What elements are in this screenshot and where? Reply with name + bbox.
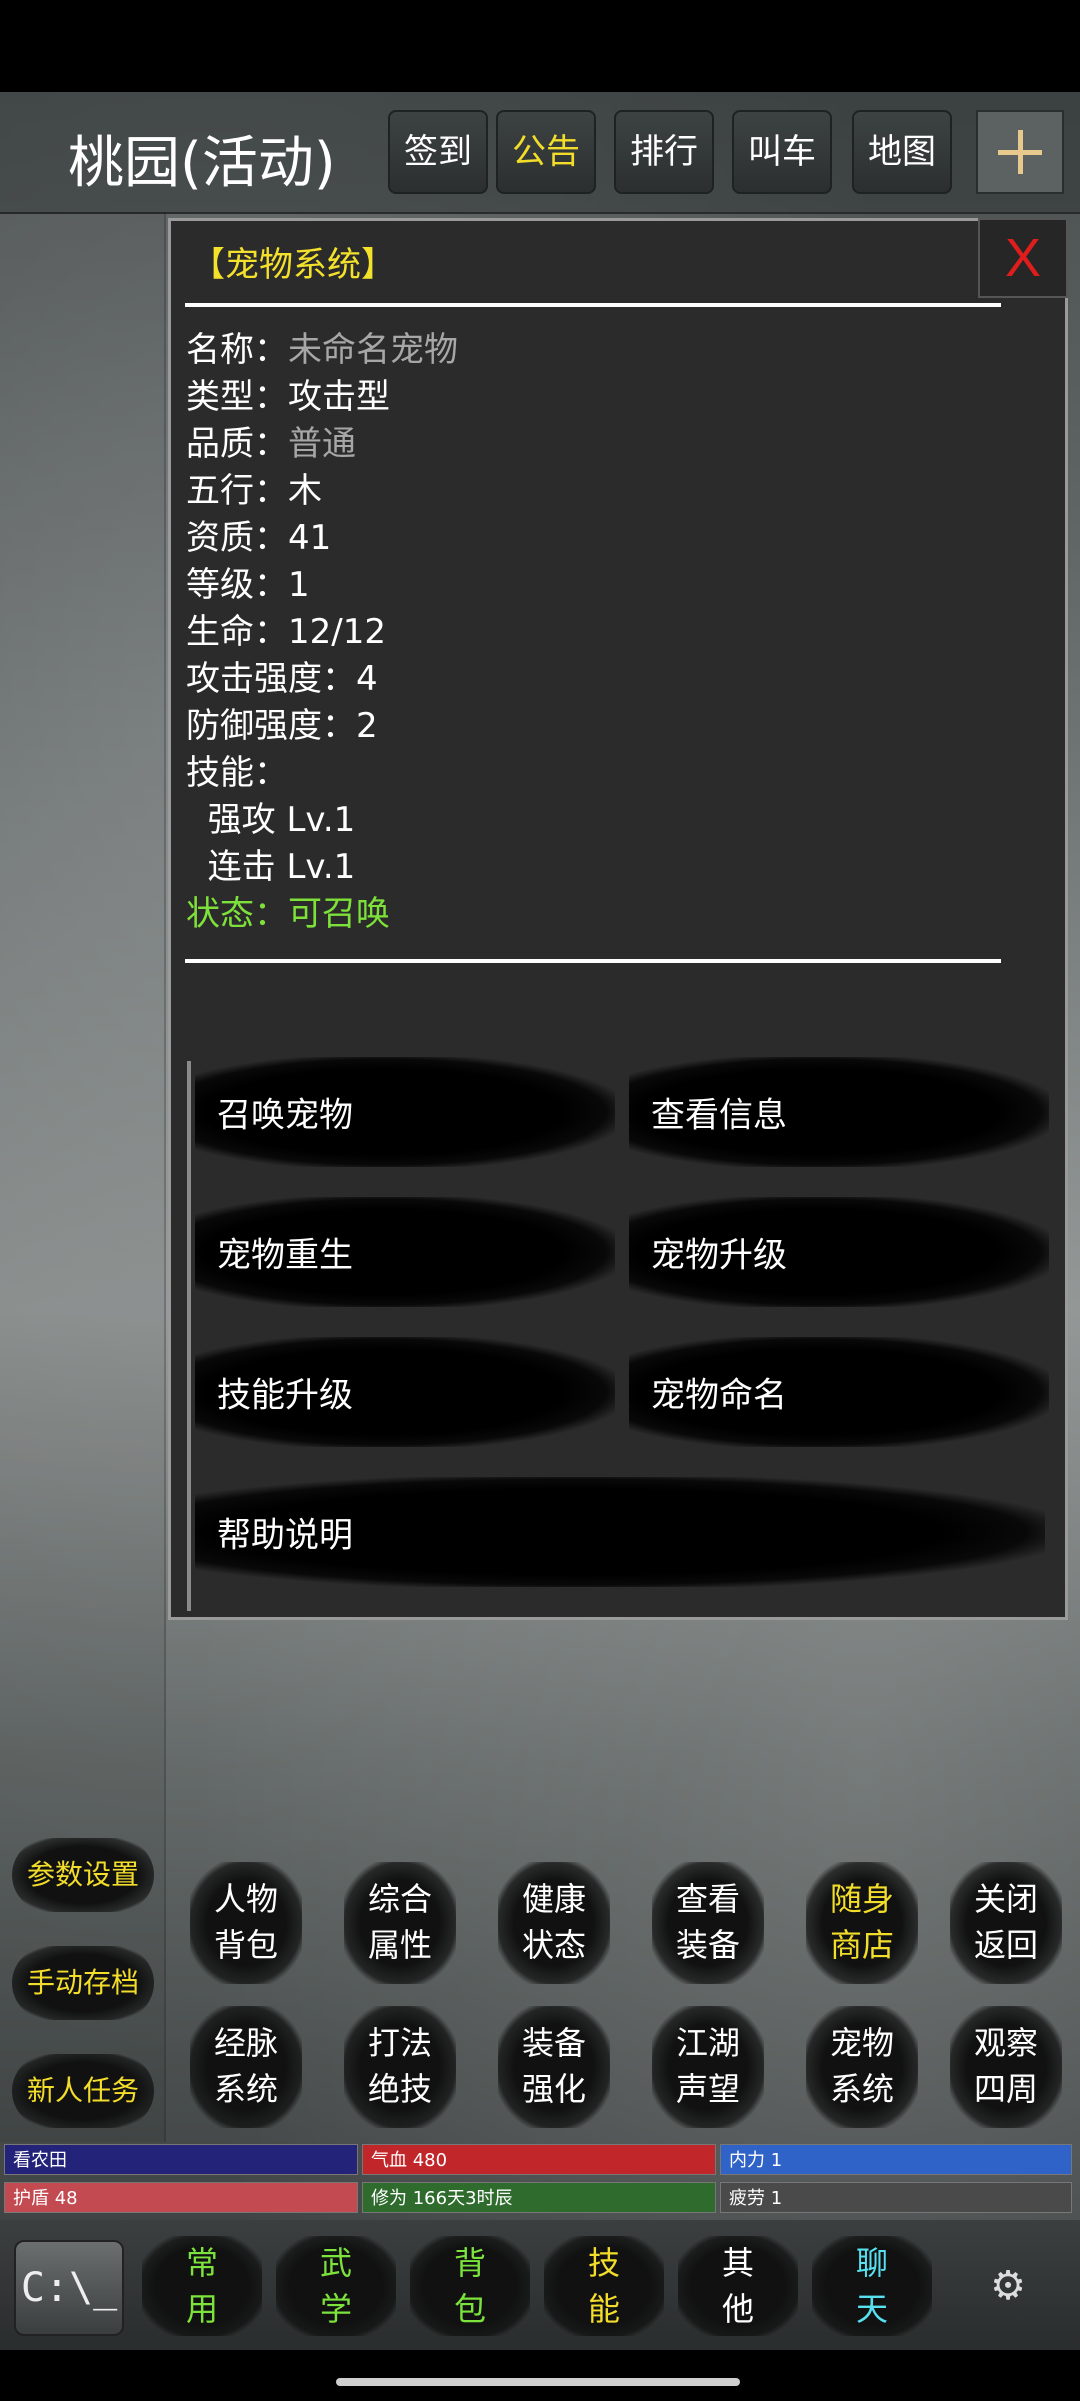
reputation-button[interactable]: 江湖 声望 bbox=[652, 2006, 764, 2128]
help-label: 帮助说明 bbox=[217, 1515, 353, 1556]
pet-rebirth-label: 宠物重生 bbox=[217, 1235, 353, 1276]
info-row-type: 类型：攻击型 bbox=[186, 377, 390, 417]
close-button[interactable]: X bbox=[978, 218, 1068, 298]
look-around-button[interactable]: 观察 四周 bbox=[950, 2006, 1062, 2128]
location-title: 桃园(活动) bbox=[68, 131, 336, 196]
stat-farm: 看农田 bbox=[4, 2144, 358, 2175]
view-info-label: 查看信息 bbox=[651, 1095, 787, 1136]
tab-bag[interactable]: 背包 bbox=[410, 2236, 530, 2336]
tab-martial[interactable]: 武学 bbox=[276, 2236, 396, 2336]
panel-title: 【宠物系统】 bbox=[191, 245, 395, 285]
manual-save-button[interactable]: 手动存档 bbox=[12, 1946, 154, 2020]
help-button[interactable]: 帮助说明 bbox=[195, 1477, 1045, 1587]
stat-mp: 内力 1 bbox=[720, 2144, 1072, 2175]
info-row-quality: 品质：普通 bbox=[186, 424, 356, 464]
map-button[interactable]: 地图 bbox=[852, 110, 952, 194]
info-row-element: 五行：木 bbox=[186, 471, 322, 511]
summon-pet-button[interactable]: 召唤宠物 bbox=[195, 1057, 615, 1167]
close-return-button[interactable]: 关闭 返回 bbox=[950, 1862, 1062, 1984]
skill-upgrade-label: 技能升级 bbox=[217, 1375, 353, 1416]
pet-rename-button[interactable]: 宠物命名 bbox=[629, 1337, 1049, 1447]
action-list-border bbox=[187, 1061, 191, 1611]
home-indicator[interactable] bbox=[336, 2378, 740, 2386]
tab-skills[interactable]: 技能 bbox=[544, 2236, 664, 2336]
announcement-button[interactable]: 公告 bbox=[496, 110, 596, 194]
pet-rebirth-button[interactable]: 宠物重生 bbox=[195, 1197, 615, 1307]
character-bag-button[interactable]: 人物 背包 bbox=[190, 1862, 302, 1984]
info-row-name: 名称：未命名宠物 bbox=[186, 330, 458, 370]
pet-info: 名称：未命名宠物 类型：攻击型 品质：普通 五行：木 资质：41 等级：1 生命… bbox=[186, 327, 458, 938]
tab-chat[interactable]: 聊天 bbox=[812, 2236, 932, 2336]
info-row-aptitude: 资质：41 bbox=[186, 518, 332, 558]
pet-upgrade-button[interactable]: 宠物升级 bbox=[629, 1197, 1049, 1307]
divider-bottom bbox=[185, 959, 1001, 963]
pet-upgrade-label: 宠物升级 bbox=[651, 1235, 787, 1276]
info-row-skill-2: 连击 Lv.1 bbox=[186, 847, 356, 887]
checkin-button[interactable]: 签到 bbox=[388, 110, 488, 194]
tab-common[interactable]: 常用 bbox=[142, 2236, 262, 2336]
portable-shop-button[interactable]: 随身 商店 bbox=[806, 1862, 918, 1984]
stat-fatigue: 疲劳 1 bbox=[720, 2182, 1072, 2213]
info-row-defense: 防御强度：2 bbox=[186, 706, 378, 746]
divider-top bbox=[185, 303, 1001, 307]
pet-rename-label: 宠物命名 bbox=[651, 1375, 787, 1416]
summon-pet-label: 召唤宠物 bbox=[217, 1095, 353, 1136]
health-status-button[interactable]: 健康 状态 bbox=[498, 1862, 610, 1984]
stat-shield: 护盾 48 bbox=[4, 2182, 358, 2213]
console-icon[interactable]: C:\_ bbox=[14, 2240, 124, 2336]
gear-icon[interactable]: ⚙ bbox=[952, 2240, 1064, 2332]
call-car-button[interactable]: 叫车 bbox=[732, 110, 832, 194]
info-row-status: 状态：可召唤 bbox=[186, 894, 390, 934]
pet-system-button[interactable]: 宠物 系统 bbox=[806, 2006, 918, 2128]
info-row-skills: 技能： bbox=[186, 753, 288, 793]
settings-button[interactable]: 参数设置 bbox=[12, 1838, 154, 1912]
ranking-button[interactable]: 排行 bbox=[614, 110, 714, 194]
meridian-system-button[interactable]: 经脉 系统 bbox=[190, 2006, 302, 2128]
attributes-button[interactable]: 综合 属性 bbox=[344, 1862, 456, 1984]
stat-cultivation: 修为 166天3时辰 bbox=[362, 2182, 716, 2213]
info-row-hp: 生命：12/12 bbox=[186, 612, 386, 652]
view-equipment-button[interactable]: 查看 装备 bbox=[652, 1862, 764, 1984]
plus-icon[interactable] bbox=[976, 110, 1064, 194]
pet-system-panel: 【宠物系统】 X 名称：未命名宠物 类型：攻击型 品质：普通 五行：木 资质：4… bbox=[168, 218, 1068, 1620]
skill-upgrade-button[interactable]: 技能升级 bbox=[195, 1337, 615, 1447]
tab-other[interactable]: 其他 bbox=[678, 2236, 798, 2336]
info-row-skill-1: 强攻 Lv.1 bbox=[186, 800, 356, 840]
newbie-task-button[interactable]: 新人任务 bbox=[12, 2054, 154, 2128]
stat-hp: 气血 480 bbox=[362, 2144, 716, 2175]
info-row-level: 等级：1 bbox=[186, 565, 310, 605]
equipment-enhance-button[interactable]: 装备 强化 bbox=[498, 2006, 610, 2128]
fighting-skills-button[interactable]: 打法 绝技 bbox=[344, 2006, 456, 2128]
view-info-button[interactable]: 查看信息 bbox=[629, 1057, 1049, 1167]
info-row-attack: 攻击强度：4 bbox=[186, 659, 378, 699]
